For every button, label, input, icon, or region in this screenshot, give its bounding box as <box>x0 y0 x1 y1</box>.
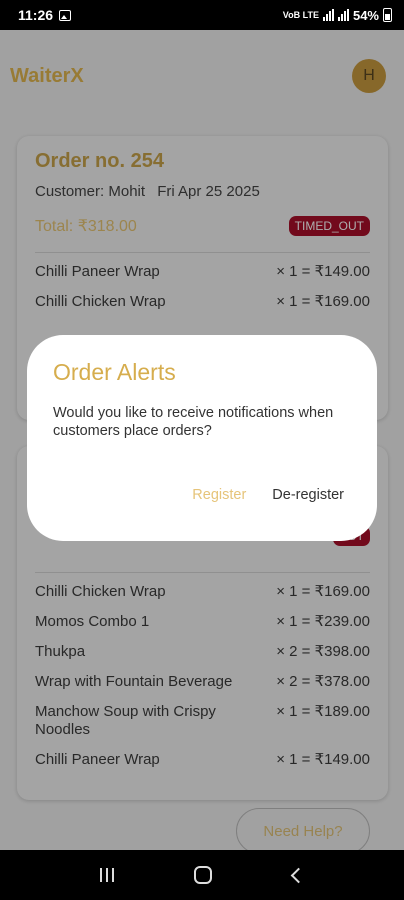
signal-icon <box>337 9 349 21</box>
dialog-actions: Register De-register <box>192 487 344 503</box>
dialog-message: Would you like to receive notifications … <box>53 405 334 439</box>
order-alerts-dialog: Order Alerts Would you like to receive n… <box>27 335 377 541</box>
app-screen: WaiterX H Order no. 254 Customer: Mohit … <box>0 30 404 850</box>
recents-icon[interactable] <box>100 868 115 882</box>
status-bar: 11:26 VoB LTE 54% <box>0 0 404 30</box>
battery-percent: 54% <box>352 7 379 23</box>
register-button[interactable]: Register <box>192 487 246 503</box>
signal-icon <box>322 9 334 21</box>
deregister-button[interactable]: De-register <box>272 487 344 503</box>
image-icon <box>59 9 72 21</box>
battery-icon <box>383 8 392 22</box>
dialog-title: Order Alerts <box>53 359 176 385</box>
status-left: 11:26 <box>18 7 72 23</box>
back-icon[interactable] <box>290 867 307 883</box>
navigation-bar <box>0 850 404 900</box>
home-icon[interactable] <box>194 866 213 884</box>
network-label: VoB LTE <box>282 10 319 20</box>
status-right: VoB LTE 54% <box>283 8 392 23</box>
status-time: 11:26 <box>18 7 54 23</box>
